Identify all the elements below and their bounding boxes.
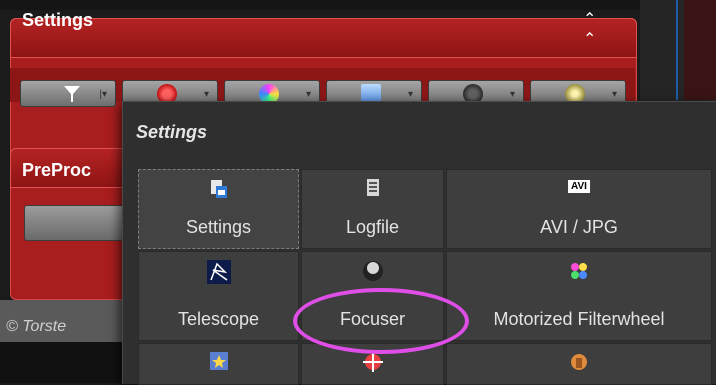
chevron-down-icon: ▾	[203, 89, 209, 100]
settings-panel-title: Settings	[22, 10, 94, 30]
copyright-text: © Torste	[6, 318, 67, 335]
preproc-panel-title: PreProc	[22, 160, 92, 180]
settings-panel-header[interactable]	[10, 18, 637, 58]
logfile-icon	[364, 178, 382, 203]
red-accent-panel	[684, 0, 716, 100]
top-gap	[0, 0, 716, 10]
tile-row3-c[interactable]	[446, 343, 712, 385]
tile-label: Motorized Filterwheel	[493, 309, 665, 329]
tile-label: AVI / JPG	[540, 217, 618, 237]
tile-label: Settings	[185, 217, 252, 237]
tile-settings[interactable]: Settings	[138, 169, 299, 249]
tile-logfile[interactable]: Logfile	[301, 169, 444, 249]
settings-icon	[208, 178, 230, 205]
filter-tool-button[interactable]: |▾	[20, 80, 116, 107]
blue-accent-line	[676, 0, 678, 100]
chevron-down-icon: ▾	[509, 89, 515, 100]
tile-label: Telescope	[177, 309, 260, 329]
telescope-icon	[206, 260, 231, 289]
footer-dark-area	[0, 342, 140, 383]
target-icon	[362, 352, 383, 377]
filterwheel-icon	[568, 260, 590, 287]
chevron-down-icon: ▾	[407, 89, 413, 100]
chevron-down-icon: ▾	[305, 89, 311, 100]
camera-icon	[569, 352, 589, 377]
tile-avi-jpg[interactable]: AVI AVI / JPG	[446, 169, 712, 249]
chevron-down-icon: ▾	[611, 89, 617, 100]
tile-label: Logfile	[345, 217, 400, 237]
tile-motorized-filterwheel[interactable]: Motorized Filterwheel	[446, 251, 712, 341]
collapse-chevron-icon[interactable]: ⌃ ⌃	[583, 9, 596, 49]
chevron-down-icon: |▾	[99, 89, 107, 100]
popup-title: Settings	[136, 122, 208, 142]
filter-icon	[61, 83, 81, 103]
preproc-field[interactable]	[24, 205, 136, 241]
avi-icon: AVI	[568, 180, 590, 193]
focuser-icon	[362, 260, 384, 287]
tile-telescope[interactable]: Telescope	[138, 251, 299, 341]
highlight-annotation	[293, 288, 469, 354]
tile-row3-a[interactable]	[138, 343, 299, 385]
star-image-icon	[209, 352, 228, 375]
